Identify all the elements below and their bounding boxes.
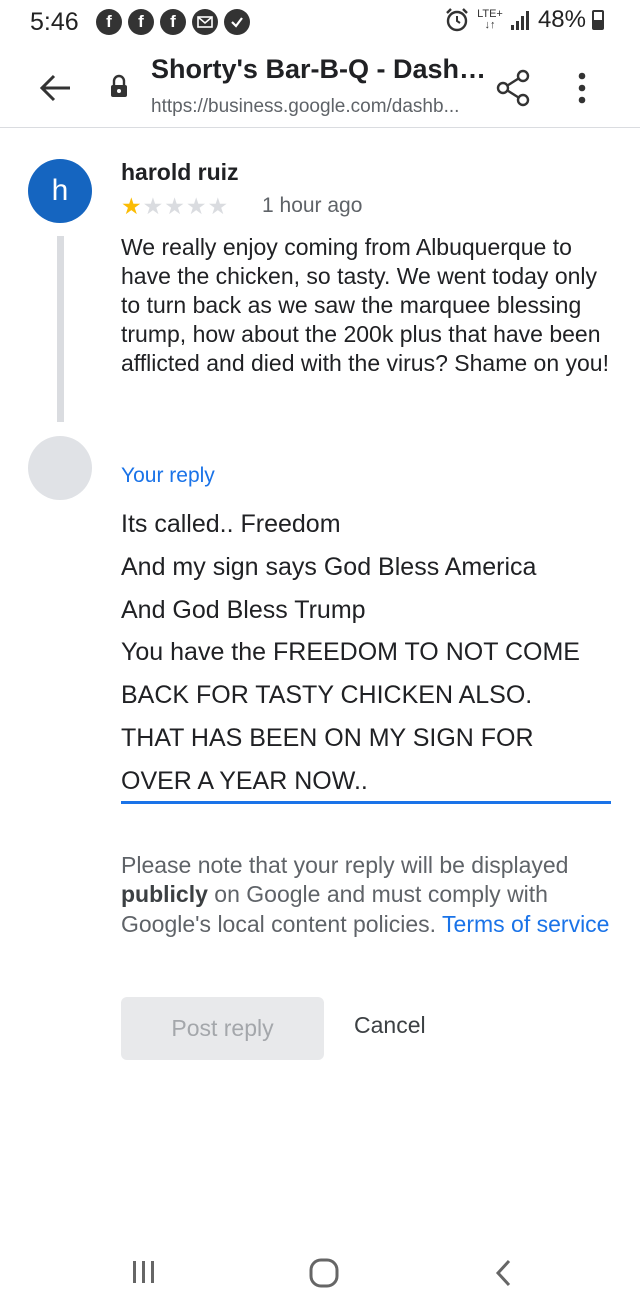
lock-icon[interactable] [109, 74, 129, 98]
reply-line: And God Bless Trump [121, 595, 366, 624]
facebook-icon: f [128, 9, 154, 35]
star-icon: ★ [121, 193, 142, 219]
star-icon: ★ [142, 193, 164, 219]
status-bar: 5:46 f f f LTE+ ↓↑ 48% [0, 0, 640, 44]
terms-of-service-link[interactable]: Terms of service [442, 911, 609, 937]
policy-bold-text: publicly [121, 881, 208, 908]
reply-label: Your reply [121, 464, 215, 487]
back-arrow-icon[interactable] [36, 68, 76, 108]
alarm-icon [446, 8, 468, 32]
battery-percent: 48% [537, 6, 586, 33]
back-icon[interactable] [492, 1257, 516, 1289]
status-time: 5:46 [30, 8, 79, 36]
reply-line: THAT HAS BEEN ON MY SIGN FOR [121, 723, 534, 752]
share-icon[interactable] [494, 68, 534, 108]
page-title: Shorty's Bar-B-Q - Dashbo... [151, 54, 491, 84]
policy-text: Please note that your reply will be disp… [121, 852, 569, 878]
notification-icons: f f f [96, 9, 250, 35]
owner-avatar [28, 436, 92, 500]
reply-text-field[interactable]: Its called.. Freedom And my sign says Go… [121, 503, 611, 803]
reviewer-avatar: h [28, 159, 92, 223]
reply-line: BACK FOR TASTY CHICKEN ALSO. [121, 681, 533, 710]
battery-icon [592, 10, 604, 30]
facebook-icon: f [160, 9, 186, 35]
star-rating: ★ ★ ★ ★ ★ [121, 193, 228, 219]
star-icon: ★ [207, 193, 229, 219]
reply-field-underline [121, 801, 611, 804]
policy-note: Please note that your reply will be disp… [121, 851, 616, 939]
cancel-button[interactable]: Cancel [354, 1012, 426, 1039]
check-icon [224, 9, 250, 35]
star-icon: ★ [164, 193, 185, 219]
browser-toolbar: Shorty's Bar-B-Q - Dashbo... https://bus… [0, 44, 640, 128]
signal-icon [510, 11, 529, 30]
thread-line [57, 236, 64, 422]
post-reply-button[interactable]: Post reply [121, 997, 324, 1060]
review-text: We really enjoy coming from Albuquerque … [121, 234, 609, 376]
status-right: LTE+ ↓↑ 48% [444, 6, 604, 34]
facebook-icon: f [96, 9, 122, 35]
home-icon[interactable] [308, 1257, 340, 1289]
mail-icon [192, 9, 218, 35]
more-options-icon[interactable] [570, 68, 594, 108]
review-timestamp: 1 hour ago [262, 194, 363, 217]
reviewer-name: harold ruiz [121, 159, 239, 185]
recent-apps-icon[interactable] [130, 1258, 158, 1286]
star-icon: ★ [185, 193, 207, 219]
reply-line: OVER A YEAR NOW.. [121, 766, 368, 795]
reply-line: Its called.. Freedom [121, 510, 341, 538]
page-url[interactable]: https://business.google.com/dashb... [151, 96, 491, 118]
reply-line: And my sign says God Bless America [121, 552, 537, 581]
network-type-label: LTE+ ↓↑ [477, 8, 503, 31]
reply-line: You have the FREEDOM TO NOT COME [121, 638, 580, 667]
